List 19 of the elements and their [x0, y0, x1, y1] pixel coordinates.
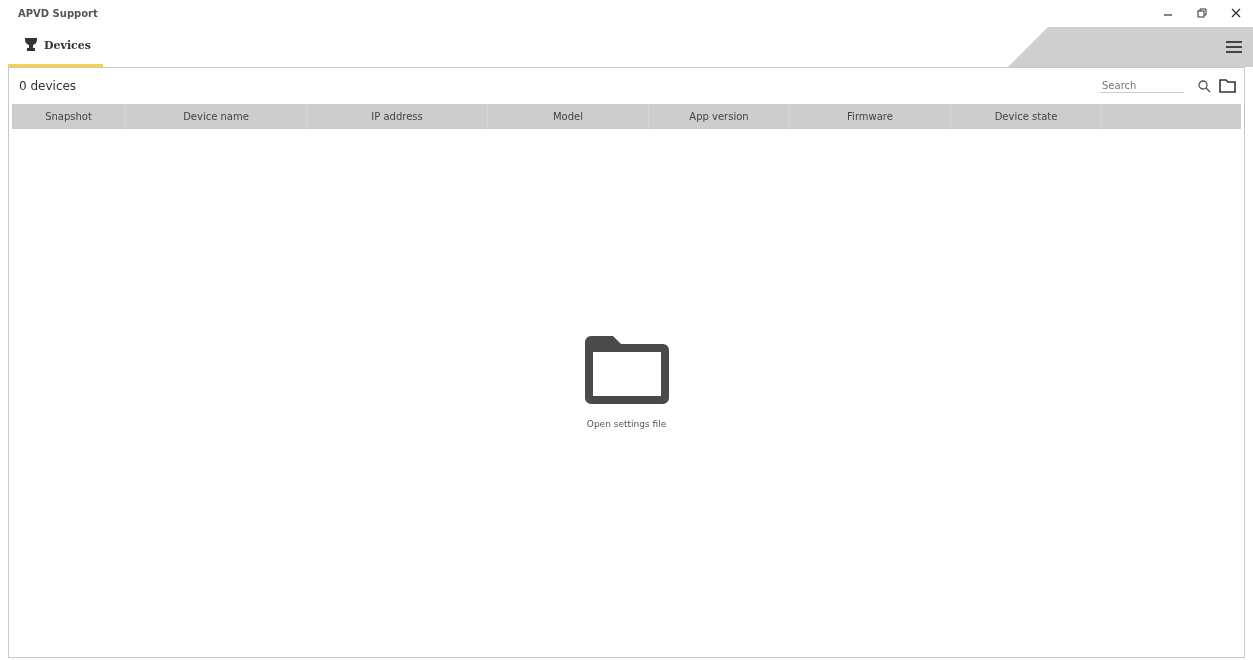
open-settings-link[interactable]: Open settings file [580, 418, 673, 430]
close-icon[interactable] [1231, 8, 1241, 18]
column-header[interactable]: Snapshot [12, 104, 126, 129]
window-title: APVD Support [18, 7, 99, 19]
device-count: 0 devices [19, 79, 78, 93]
search-field[interactable]: Search [1100, 79, 1184, 93]
column-header[interactable]: Model [488, 104, 649, 129]
menu-icon[interactable] [1225, 40, 1243, 54]
devices-tab[interactable]: Devices [8, 26, 103, 67]
restore-icon[interactable] [1197, 8, 1207, 18]
column-header[interactable]: IP address [307, 104, 488, 129]
column-header[interactable]: Firmware [790, 104, 951, 129]
column-header[interactable]: App version [649, 104, 790, 129]
folder-icon[interactable] [584, 336, 669, 404]
column-header[interactable]: Device state [951, 104, 1102, 129]
search-icon[interactable] [1198, 79, 1211, 93]
column-header[interactable]: Device name [126, 104, 307, 129]
folder-icon[interactable] [1219, 79, 1236, 93]
trophy-icon [24, 37, 38, 53]
